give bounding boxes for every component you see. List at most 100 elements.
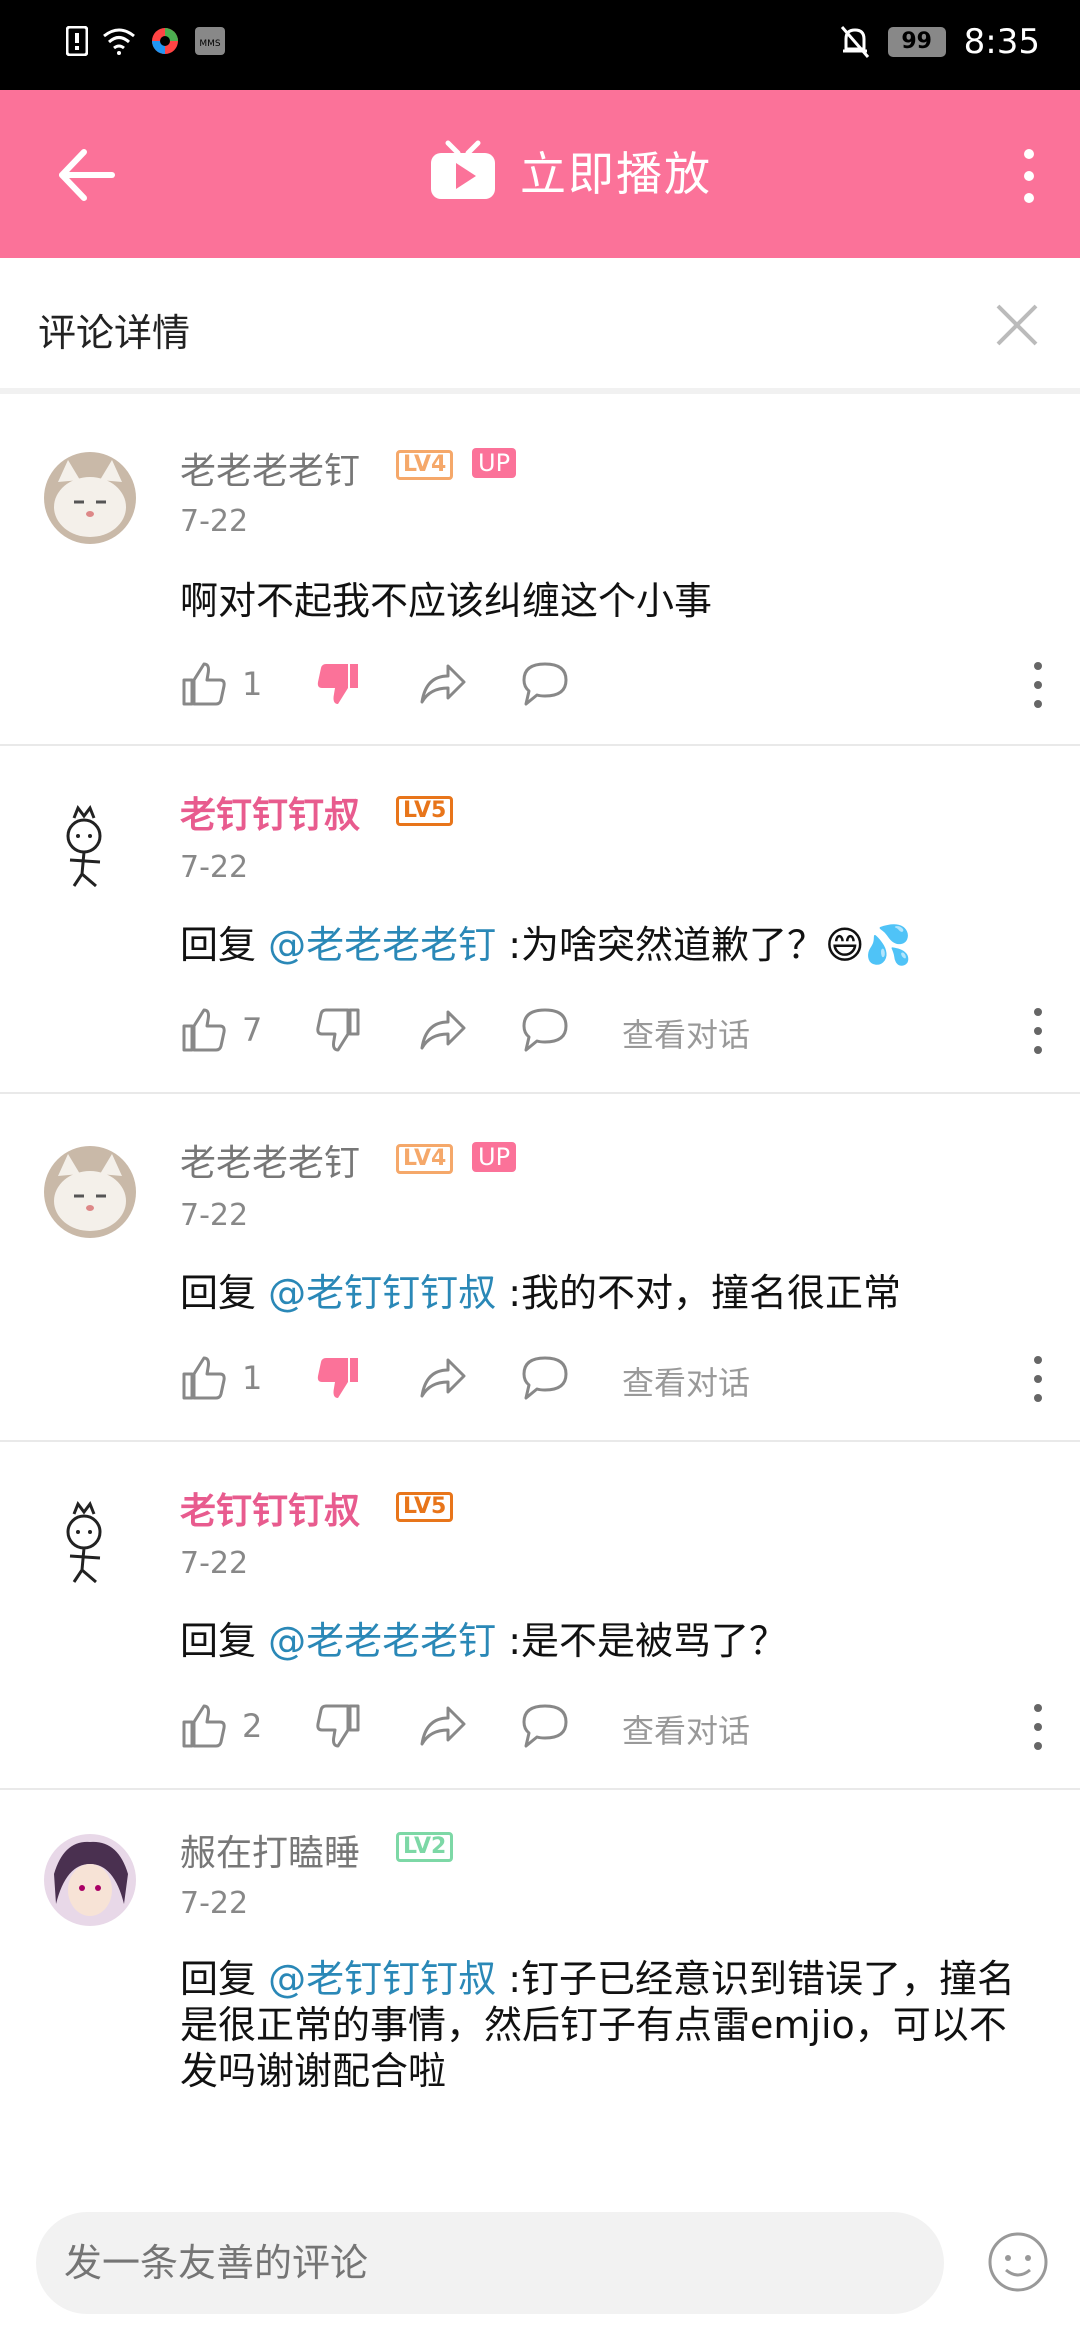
wifi-icon <box>103 28 135 55</box>
reply-body: :我的不对，撞名很正常 <box>508 1271 902 1315</box>
reply-prefix: 回复 <box>180 1957 257 2001</box>
comment-item: 老老老老钉 LV4 UP 7-22 回复 @老钉钉钉叔 :我的不对，撞名很正常 … <box>0 1094 1080 1442</box>
comment-text: 啊对不起我不应该纠缠这个小事 <box>180 579 713 623</box>
more-vert-icon[interactable] <box>1014 146 1044 206</box>
reply-icon[interactable] <box>520 1354 570 1402</box>
avatar[interactable] <box>44 452 136 544</box>
avatar[interactable] <box>44 1834 136 1926</box>
comment-date: 7-22 <box>180 504 249 539</box>
comment-date: 7-22 <box>180 1886 249 1921</box>
page-title: 评论详情 <box>38 311 191 355</box>
like-button[interactable]: 1 <box>180 660 262 708</box>
level-badge: LV5 <box>396 796 454 826</box>
like-count: 2 <box>242 1707 263 1745</box>
comment-text: 回复 @老老老老钉 :是不是被骂了？ <box>180 1618 1040 1664</box>
comment-date: 7-22 <box>180 1546 249 1581</box>
battery-indicator: 99 <box>887 27 946 57</box>
reply-prefix: 回复 <box>180 923 257 967</box>
reply-prefix: 回复 <box>180 1619 257 1663</box>
share-icon[interactable] <box>418 660 468 708</box>
comment-item: 赧在打瞌睡 LV2 7-22 回复 @老钉钉钉叔 :钉子已经意识到错误了，撞名是… <box>0 1790 1080 2190</box>
username[interactable]: 老老老老钉 <box>180 1134 360 1186</box>
comment-more-icon[interactable] <box>1032 660 1044 710</box>
share-icon[interactable] <box>418 1354 468 1402</box>
comment-input-bar <box>0 2190 1080 2340</box>
comment-detail-header: 评论详情 <box>0 258 1080 394</box>
avatar[interactable] <box>44 798 136 890</box>
clock: 8:35 <box>963 22 1040 62</box>
reply-prefix: 回复 <box>180 1271 257 1315</box>
thumbs-up-icon <box>182 662 226 706</box>
comment-actions: 2 查看对话 <box>180 1702 1042 1762</box>
comment-date: 7-22 <box>180 850 249 885</box>
view-conversation-link[interactable]: 查看对话 <box>622 1010 750 1056</box>
close-icon[interactable] <box>992 300 1042 350</box>
reply-icon[interactable] <box>520 1702 570 1750</box>
mention-link[interactable]: @老老老老钉 <box>268 1619 496 1663</box>
colorful-app-icon <box>152 28 178 54</box>
comment-item: 老钉钉钉叔 LV5 7-22 回复 @老老老老钉 :为啥突然道歉了？😄💦 7 查… <box>0 746 1080 1094</box>
dislike-icon[interactable] <box>314 660 362 708</box>
thumbs-up-icon <box>182 1704 226 1748</box>
share-icon[interactable] <box>418 1702 468 1750</box>
level-badge: LV2 <box>396 1832 454 1862</box>
comment-text: 回复 @老钉钉钉叔 :钉子已经意识到错误了，撞名是很正常的事情，然后钉子有点雷e… <box>180 1956 1040 2094</box>
comment-actions: 1 查看对话 <box>180 1354 1042 1414</box>
emoji-icon[interactable] <box>986 2230 1050 2294</box>
svg-text:MMS: MMS <box>199 39 221 49</box>
mention-link[interactable]: @老老老老钉 <box>268 923 496 967</box>
like-button[interactable]: 2 <box>180 1702 262 1750</box>
comment-date: 7-22 <box>180 1198 249 1233</box>
avatar[interactable] <box>44 1146 136 1238</box>
like-count: 1 <box>242 665 263 703</box>
comment-actions: 7 查看对话 <box>180 1006 1042 1066</box>
comment-more-icon[interactable] <box>1032 1006 1044 1056</box>
mention-link[interactable]: @老钉钉钉叔 <box>268 1957 496 2001</box>
comment-text: 回复 @老钉钉钉叔 :我的不对，撞名很正常 <box>180 1270 1040 1316</box>
like-button[interactable]: 7 <box>180 1006 262 1054</box>
comment-more-icon[interactable] <box>1032 1702 1044 1752</box>
reply-body: :是不是被骂了？ <box>508 1619 788 1663</box>
username[interactable]: 老钉钉钉叔 <box>180 786 360 838</box>
avatar[interactable] <box>44 1494 136 1586</box>
play-now-button[interactable]: 立即播放 <box>428 138 712 204</box>
level-badge: LV5 <box>396 1492 454 1522</box>
thumbs-up-icon <box>182 1008 226 1052</box>
level-badge: LV4 <box>396 450 454 480</box>
comment-actions: 1 <box>180 660 1042 720</box>
reply-body: :为啥突然道歉了？😄💦 <box>508 923 912 967</box>
level-badge: LV4 <box>396 1144 454 1174</box>
status-bar: MMS 99 8:35 <box>0 0 1080 90</box>
reply-icon[interactable] <box>520 660 570 708</box>
mms-icon: MMS <box>195 27 225 55</box>
username[interactable]: 老钉钉钉叔 <box>180 1482 360 1534</box>
top-app-bar: 立即播放 <box>0 90 1080 258</box>
share-icon[interactable] <box>418 1006 468 1054</box>
play-now-label: 立即播放 <box>520 147 712 201</box>
like-count: 7 <box>242 1011 263 1049</box>
dislike-icon[interactable] <box>314 1702 362 1750</box>
sim-warning-icon <box>66 26 88 56</box>
comment-list: 老老老老钉 LV4 UP 7-22 啊对不起我不应该纠缠这个小事 1 老钉钉钉叔… <box>0 400 1080 2190</box>
comment-item: 老钉钉钉叔 LV5 7-22 回复 @老老老老钉 :是不是被骂了？ 2 查看对话 <box>0 1442 1080 1790</box>
username[interactable]: 赧在打瞌睡 <box>180 1824 360 1876</box>
reply-icon[interactable] <box>520 1006 570 1054</box>
up-badge: UP <box>472 448 517 478</box>
view-conversation-link[interactable]: 查看对话 <box>622 1706 750 1752</box>
tv-play-icon <box>431 140 495 199</box>
username[interactable]: 老老老老钉 <box>180 442 360 494</box>
back-arrow-icon[interactable] <box>52 140 122 210</box>
dislike-icon[interactable] <box>314 1354 362 1402</box>
mention-link[interactable]: @老钉钉钉叔 <box>268 1271 496 1315</box>
like-button[interactable]: 1 <box>180 1354 262 1402</box>
comment-more-icon[interactable] <box>1032 1354 1044 1404</box>
dislike-icon[interactable] <box>314 1006 362 1054</box>
comment-item: 老老老老钉 LV4 UP 7-22 啊对不起我不应该纠缠这个小事 1 <box>0 400 1080 746</box>
like-count: 1 <box>242 1359 263 1397</box>
thumbs-up-icon <box>182 1356 226 1400</box>
comment-text: 回复 @老老老老钉 :为啥突然道歉了？😄💦 <box>180 922 1040 968</box>
view-conversation-link[interactable]: 查看对话 <box>622 1358 750 1404</box>
up-badge: UP <box>472 1142 517 1172</box>
comment-input[interactable] <box>36 2212 944 2314</box>
mute-bell-icon <box>840 26 869 58</box>
